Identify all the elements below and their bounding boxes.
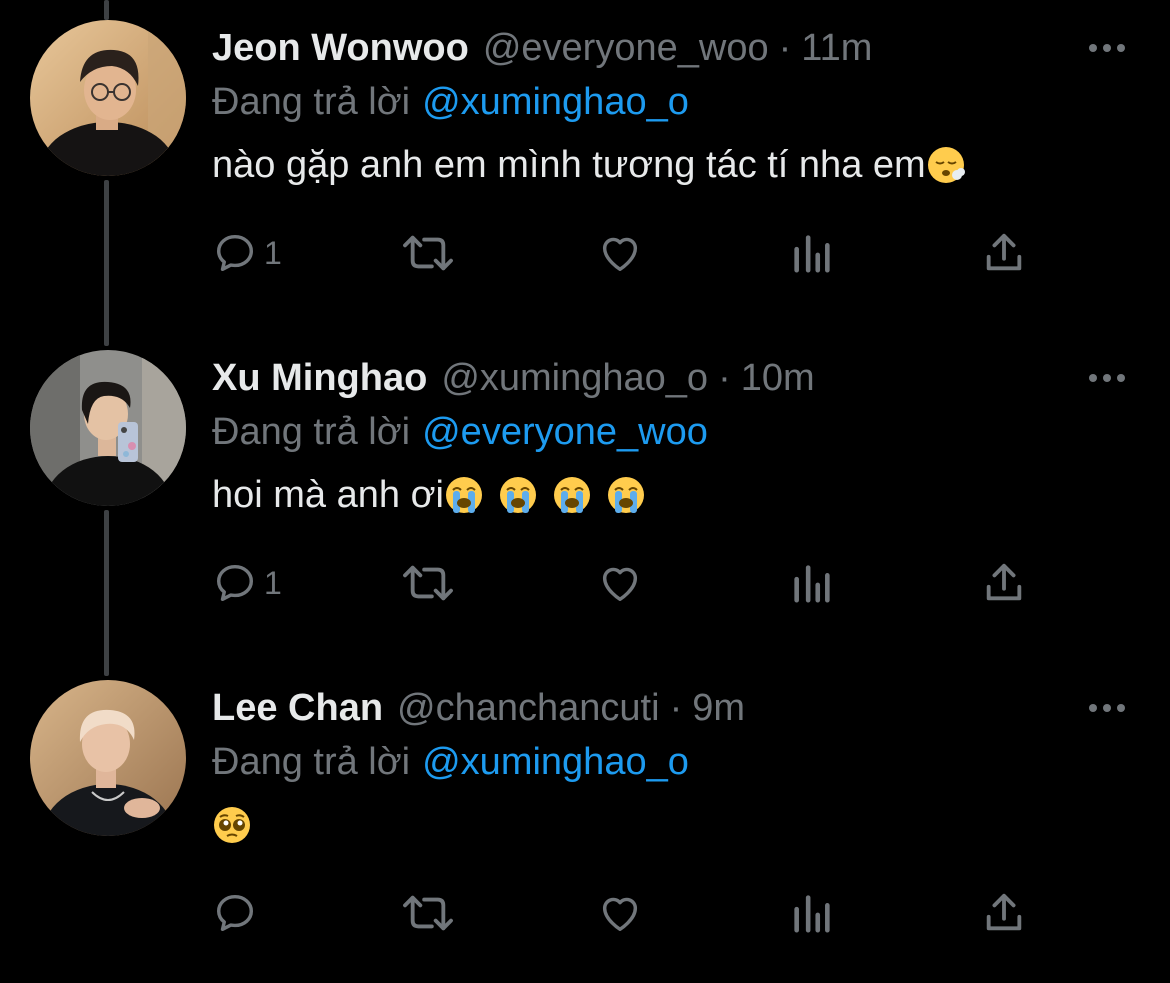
views-chart-icon	[790, 230, 834, 276]
loudly-crying-emoji	[498, 475, 538, 515]
reply-bubble-icon	[212, 890, 258, 936]
tweet-text: hoi mà anh ơi	[212, 470, 646, 520]
views-chart-icon	[790, 560, 834, 606]
avatar[interactable]	[30, 350, 186, 506]
share-upload-icon	[980, 230, 1028, 276]
separator-dot: ·	[718, 357, 731, 399]
user-handle[interactable]: @xuminghao_o	[441, 356, 708, 400]
tweet-text-content: hoi mà anh ơi	[212, 474, 444, 516]
reply-bubble-icon	[212, 230, 258, 276]
heart-icon	[596, 230, 644, 276]
share-upload-icon	[980, 560, 1028, 606]
views-button[interactable]	[790, 888, 834, 938]
share-button[interactable]	[980, 558, 1028, 608]
reply-count: 1	[264, 564, 282, 601]
separator-dot: ·	[669, 687, 683, 729]
timestamp[interactable]: 11m	[801, 26, 872, 70]
retweet-icon	[400, 560, 456, 606]
retweet-button[interactable]	[400, 888, 456, 938]
views-button[interactable]	[790, 228, 834, 278]
display-name[interactable]: Lee Chan	[212, 686, 383, 730]
retweet-icon	[400, 230, 456, 276]
avatar[interactable]	[30, 680, 186, 836]
tweet-text: nào gặp anh em mình tương tác tí nha em	[212, 140, 966, 190]
tweet-1[interactable]: Jeon Wonwoo @everyone_woo · 11m Đang trả…	[0, 0, 1170, 330]
replying-to-label: Đang trả lời	[212, 81, 411, 123]
reply-button[interactable]	[212, 888, 264, 938]
avatar[interactable]	[30, 20, 186, 176]
share-button[interactable]	[980, 228, 1028, 278]
replying-to-mention[interactable]: @everyone_woo	[422, 411, 708, 453]
like-button[interactable]	[596, 888, 644, 938]
retweet-icon	[400, 890, 456, 936]
tweet-2[interactable]: Xu Minghao @xuminghao_o · 10m Đang trả l…	[0, 330, 1170, 660]
reply-button[interactable]: 1	[212, 228, 282, 278]
tweet-3[interactable]: Lee Chan @chanchancuti · 9m Đang trả lời…	[0, 660, 1170, 983]
replying-to-mention[interactable]: @xuminghao_o	[422, 81, 689, 123]
heart-icon	[596, 890, 644, 936]
tweet-text	[212, 800, 252, 850]
reply-count: 1	[264, 234, 282, 271]
more-horizontal-icon[interactable]	[1085, 690, 1129, 726]
loudly-crying-emoji	[444, 475, 484, 515]
replying-to-mention[interactable]: @xuminghao_o	[422, 741, 689, 783]
like-button[interactable]	[596, 228, 644, 278]
views-chart-icon	[790, 890, 834, 936]
separator-dot: ·	[778, 27, 792, 69]
retweet-button[interactable]	[400, 558, 456, 608]
display-name[interactable]: Xu Minghao	[212, 356, 427, 400]
share-button[interactable]	[980, 888, 1028, 938]
display-name[interactable]: Jeon Wonwoo	[212, 26, 469, 70]
pleading-face-emoji	[212, 805, 252, 845]
user-handle[interactable]: @everyone_woo	[483, 26, 769, 70]
loudly-crying-emoji	[606, 475, 646, 515]
like-button[interactable]	[596, 558, 644, 608]
loudly-crying-emoji	[552, 475, 592, 515]
timestamp[interactable]: 10m	[741, 356, 815, 400]
heart-icon	[596, 560, 644, 606]
share-upload-icon	[980, 890, 1028, 936]
user-handle[interactable]: @chanchancuti	[397, 686, 660, 730]
views-button[interactable]	[790, 558, 834, 608]
retweet-button[interactable]	[400, 228, 456, 278]
timestamp[interactable]: 9m	[692, 686, 745, 730]
more-horizontal-icon[interactable]	[1085, 360, 1129, 396]
replying-to-label: Đang trả lời	[212, 411, 411, 453]
tweet-text-content: nào gặp anh em mình tương tác tí nha em	[212, 144, 926, 186]
reply-button[interactable]: 1	[212, 558, 282, 608]
replying-to-label: Đang trả lời	[212, 741, 411, 783]
face-exhaling-emoji	[926, 145, 966, 185]
reply-bubble-icon	[212, 560, 258, 606]
more-horizontal-icon[interactable]	[1085, 30, 1129, 66]
